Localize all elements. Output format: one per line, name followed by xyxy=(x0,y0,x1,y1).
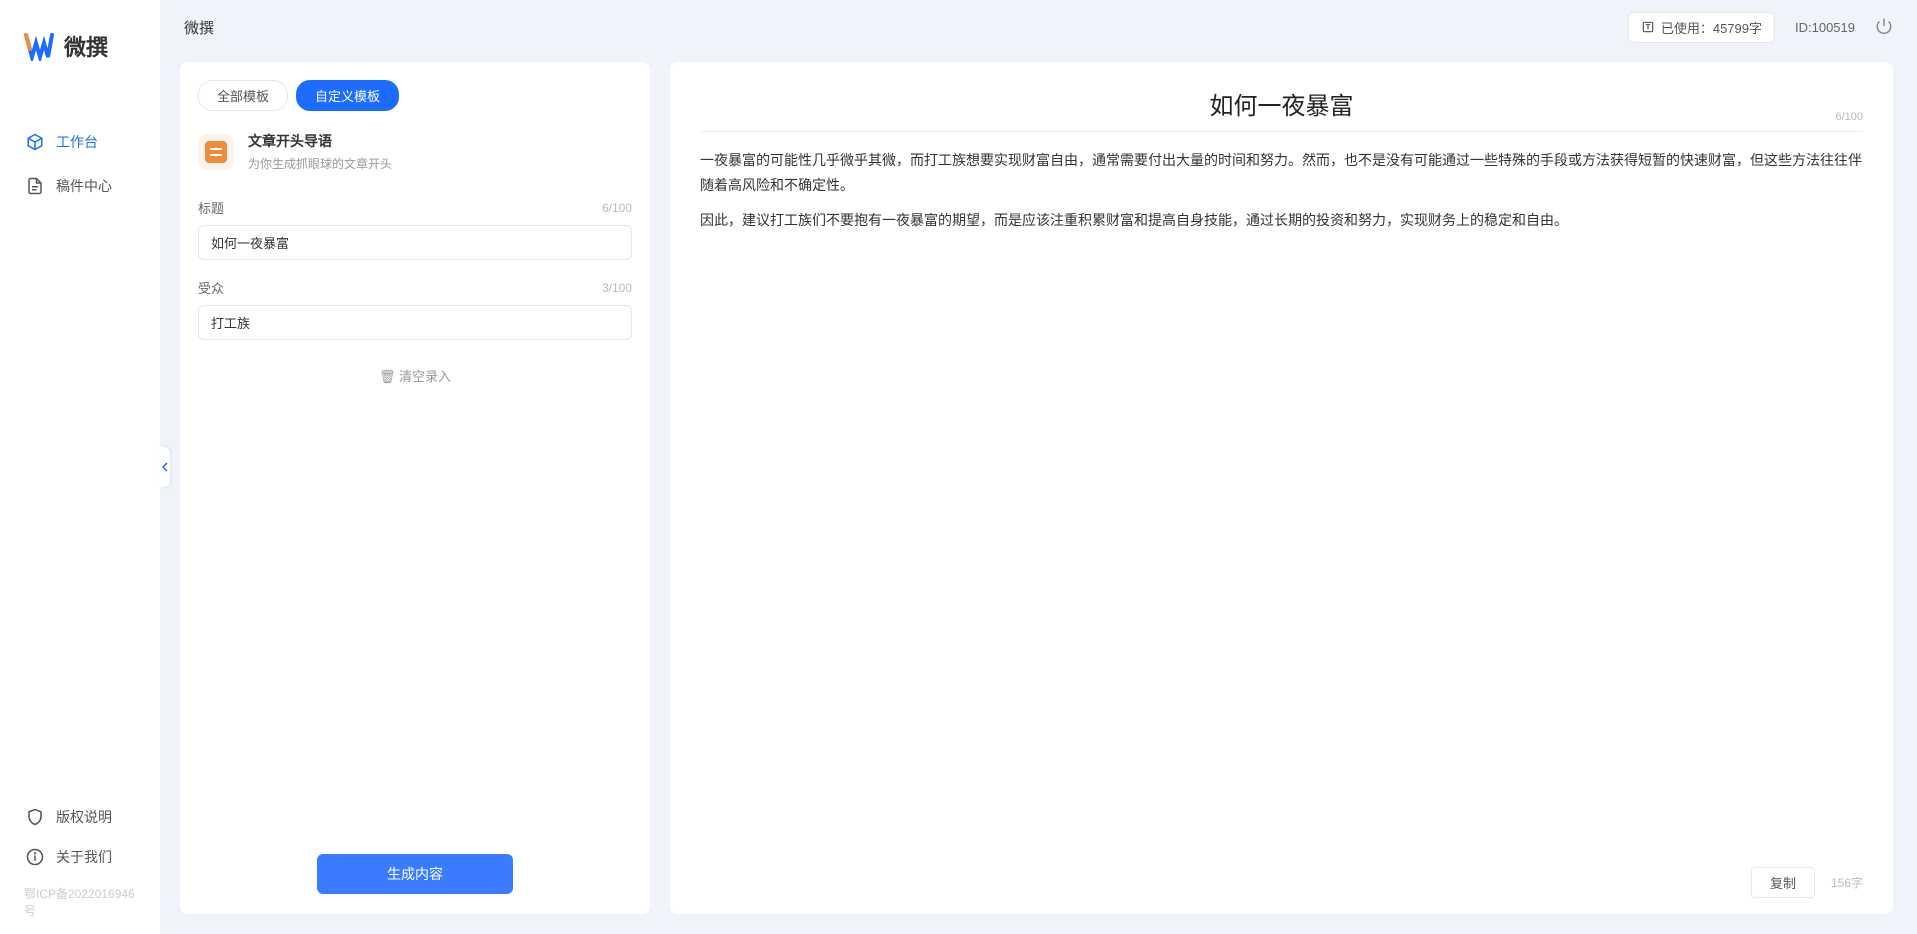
generate-button[interactable]: 生成内容 xyxy=(317,854,513,894)
logo-text: 微撰 xyxy=(64,30,108,62)
topbar-title: 微撰 xyxy=(184,17,214,38)
user-id: ID:100519 xyxy=(1795,20,1855,35)
copy-button[interactable]: 复制 xyxy=(1751,867,1815,898)
topbar: 微撰 已使用：45799字 ID:100519 xyxy=(160,0,1917,54)
logo: 微撰 xyxy=(0,30,160,62)
main: 微撰 已使用：45799字 ID:100519 xyxy=(160,0,1917,934)
info-icon xyxy=(26,848,44,866)
title-label: 标题 xyxy=(198,198,224,217)
template-header: 文章开头导语 为你生成抓眼球的文章开头 xyxy=(180,125,650,192)
article-intro-icon xyxy=(205,141,227,163)
chevron-left-icon xyxy=(161,462,169,472)
sidebar: 微撰 工作台 稿件中心 xyxy=(0,0,160,934)
form-body: 标题 6/100 受众 3/100 🗑 清空录入 xyxy=(180,192,650,842)
title-input[interactable] xyxy=(198,225,632,260)
output-footer: 复制 156字 xyxy=(700,857,1863,898)
footer-nav: 版权说明 关于我们 xyxy=(0,799,160,879)
footer-copyright[interactable]: 版权说明 xyxy=(16,799,144,835)
power-icon xyxy=(1875,17,1893,35)
nav: 工作台 稿件中心 xyxy=(0,122,160,799)
tab-custom-templates[interactable]: 自定义模板 xyxy=(296,80,399,111)
audience-input[interactable] xyxy=(198,305,632,340)
output-body: 一夜暴富的可能性几乎微乎其微，而打工族想要实现财富自由，通常需要付出大量的时间和… xyxy=(700,148,1863,857)
tab-all-templates[interactable]: 全部模板 xyxy=(198,80,288,111)
content: 全部模板 自定义模板 文章开头导语 为你生成抓眼球的文章开头 标题 xyxy=(160,54,1917,934)
nav-label: 工作台 xyxy=(56,132,98,152)
title-counter: 6/100 xyxy=(602,201,632,215)
output-paragraph: 一夜暴富的可能性几乎微乎其微，而打工族想要实现财富自由，通常需要付出大量的时间和… xyxy=(700,148,1863,198)
template-title: 文章开头导语 xyxy=(248,131,392,151)
footer-label: 版权说明 xyxy=(56,807,112,827)
nav-item-drafts[interactable]: 稿件中心 xyxy=(16,166,144,206)
output-title: 如何一夜暴富 xyxy=(700,86,1863,121)
usage-text: 已使用：45799字 xyxy=(1661,18,1762,37)
form-group-title: 标题 6/100 xyxy=(198,198,632,260)
template-desc: 为你生成抓眼球的文章开头 xyxy=(248,155,392,172)
panel-right: 如何一夜暴富 6/100 一夜暴富的可能性几乎微乎其微，而打工族想要实现财富自由… xyxy=(670,62,1893,914)
audience-label: 受众 xyxy=(198,278,224,297)
audience-counter: 3/100 xyxy=(602,281,632,295)
logout-button[interactable] xyxy=(1875,17,1893,38)
usage-badge[interactable]: 已使用：45799字 xyxy=(1628,12,1775,43)
template-icon xyxy=(198,134,234,170)
topbar-right: 已使用：45799字 ID:100519 xyxy=(1628,12,1893,43)
footer-label: 关于我们 xyxy=(56,847,112,867)
footer-about[interactable]: 关于我们 xyxy=(16,839,144,875)
nav-item-workspace[interactable]: 工作台 xyxy=(16,122,144,162)
text-icon xyxy=(1641,20,1655,34)
icp-text: 鄂ICP备2022016946号 xyxy=(0,879,160,919)
shield-icon xyxy=(26,808,44,826)
panel-left: 全部模板 自定义模板 文章开头导语 为你生成抓眼球的文章开头 标题 xyxy=(180,62,650,914)
logo-icon xyxy=(24,31,54,61)
output-title-row: 如何一夜暴富 6/100 xyxy=(700,86,1863,132)
document-icon xyxy=(26,177,44,195)
generate-row: 生成内容 xyxy=(180,842,650,894)
form-group-audience: 受众 3/100 xyxy=(198,278,632,340)
nav-label: 稿件中心 xyxy=(56,176,112,196)
cube-icon xyxy=(26,133,44,151)
tabs: 全部模板 自定义模板 xyxy=(180,80,650,125)
output-paragraph: 因此，建议打工族们不要抱有一夜暴富的期望，而是应该注重积累财富和提高自身技能，通… xyxy=(700,208,1863,233)
clear-button[interactable]: 🗑 清空录入 xyxy=(198,358,632,393)
char-count: 156字 xyxy=(1831,874,1863,891)
output-title-counter: 6/100 xyxy=(1835,111,1863,123)
sidebar-collapse-handle[interactable] xyxy=(160,447,170,487)
